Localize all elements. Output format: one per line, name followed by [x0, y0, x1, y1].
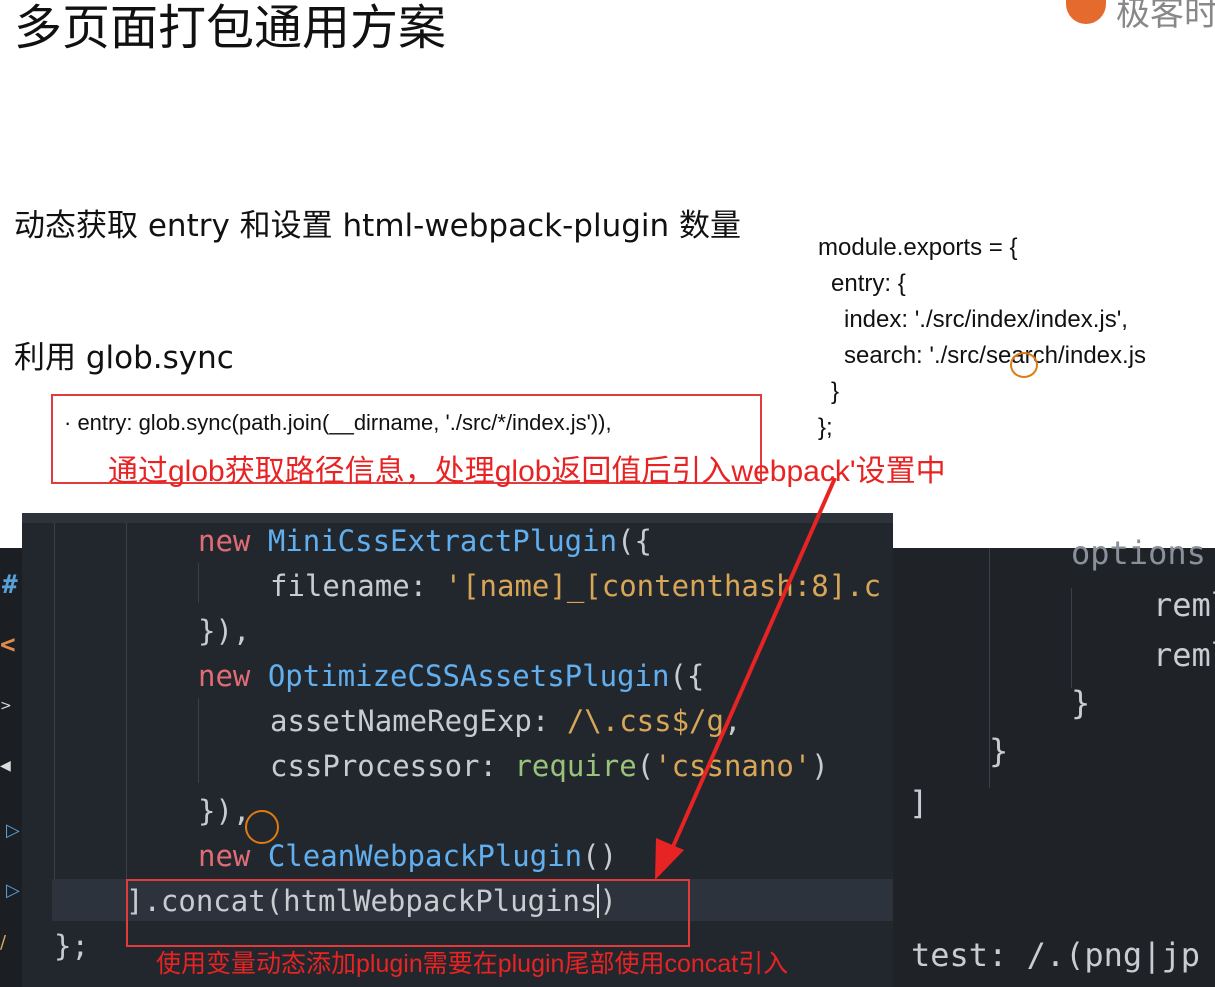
arrow-shaft: [666, 477, 837, 859]
annotation-arrow: [655, 477, 837, 880]
arrow-head: [655, 838, 684, 880]
